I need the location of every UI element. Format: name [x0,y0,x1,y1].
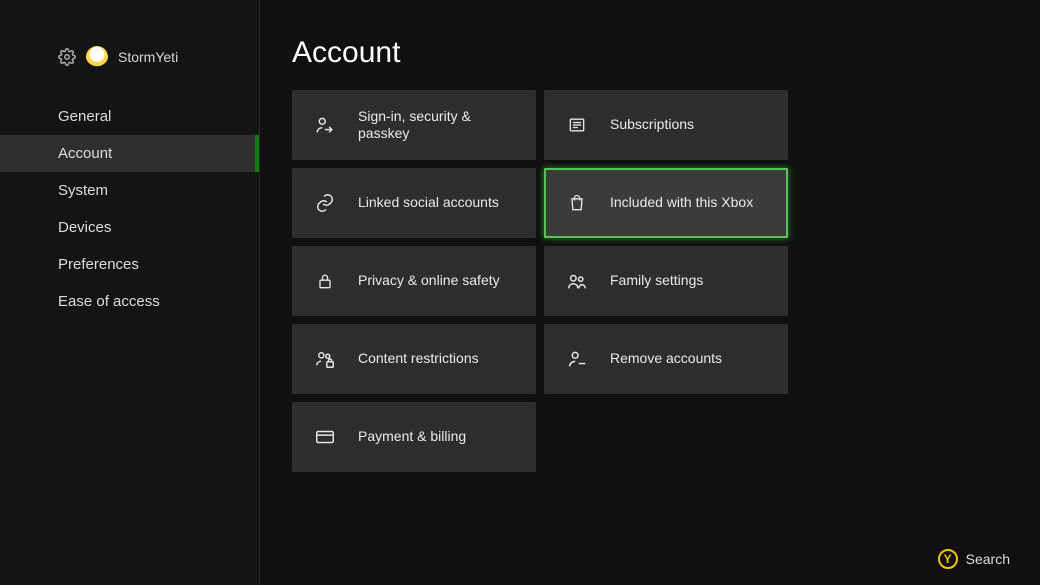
sidebar-item-preferences[interactable]: Preferences [0,246,259,283]
sidebar-item-account[interactable]: Account [0,135,259,172]
main-panel: Account Sign-in, security & passkey [260,0,1040,585]
gear-icon [58,48,76,66]
sidebar: StormYeti General Account System Devices… [0,0,260,585]
sidebar-item-label: Preferences [58,256,139,273]
sidebar-item-label: Devices [58,219,111,236]
link-icon [314,192,336,214]
sidebar-item-label: Account [58,145,112,162]
list-icon [566,114,588,136]
profile-row[interactable]: StormYeti [0,46,259,98]
sidebar-nav: General Account System Devices Preferenc… [0,98,259,320]
tile-label: Subscriptions [610,116,694,134]
shopping-bag-icon [566,192,588,214]
y-button-glyph: Y [944,552,952,566]
settings-app: StormYeti General Account System Devices… [0,0,1040,585]
avatar [86,46,108,68]
sidebar-item-label: System [58,182,108,199]
tile-label: Included with this Xbox [610,194,753,212]
tile-included-with-xbox[interactable]: Included with this Xbox [544,168,788,238]
tile-content-restrictions[interactable]: Content restrictions [292,324,536,394]
tile-payment-billing[interactable]: Payment & billing [292,402,536,472]
tile-label: Linked social accounts [358,194,499,212]
card-icon [314,426,336,448]
tile-label: Sign-in, security & passkey [358,108,520,143]
person-minus-icon [566,348,588,370]
sidebar-item-devices[interactable]: Devices [0,209,259,246]
tile-family-settings[interactable]: Family settings [544,246,788,316]
sidebar-item-ease-of-access[interactable]: Ease of access [0,283,259,320]
tile-label: Remove accounts [610,350,722,368]
footer-hint: Y Search [938,549,1010,569]
tile-signin-security[interactable]: Sign-in, security & passkey [292,90,536,160]
sidebar-item-label: Ease of access [58,293,160,310]
tile-label: Privacy & online safety [358,272,500,290]
tile-grid: Sign-in, security & passkey Subscription… [292,90,1040,472]
people-lock-icon [314,348,336,370]
search-label[interactable]: Search [966,551,1010,567]
people-icon [566,270,588,292]
tile-label: Content restrictions [358,350,479,368]
tile-subscriptions[interactable]: Subscriptions [544,90,788,160]
lock-icon [314,270,336,292]
y-button-icon: Y [938,549,958,569]
tile-privacy[interactable]: Privacy & online safety [292,246,536,316]
tile-label: Family settings [610,272,703,290]
page-title: Account [292,36,1040,70]
sidebar-item-system[interactable]: System [0,172,259,209]
tile-linked-social[interactable]: Linked social accounts [292,168,536,238]
sidebar-item-general[interactable]: General [0,98,259,135]
tile-remove-accounts[interactable]: Remove accounts [544,324,788,394]
tile-label: Payment & billing [358,428,466,446]
sidebar-item-label: General [58,108,111,125]
person-arrow-icon [314,114,336,136]
gamertag: StormYeti [118,49,178,65]
